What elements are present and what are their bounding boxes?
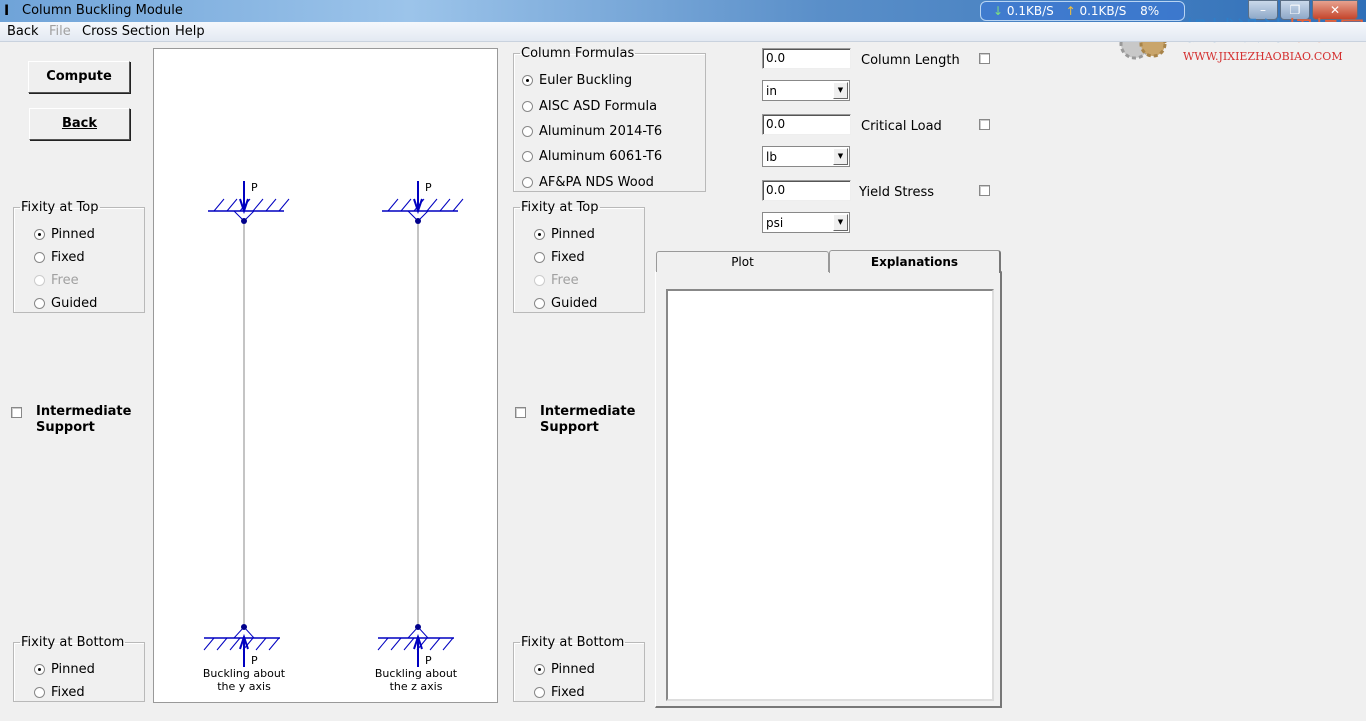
hatch-mark [400, 198, 412, 212]
pin-joint [241, 218, 247, 224]
menu-help[interactable]: Help [175, 24, 205, 39]
download-speed: 0.1KB/S [1006, 4, 1054, 18]
load-label-top-1: P [251, 181, 258, 194]
menu-back[interactable]: Back [7, 24, 39, 39]
chevron-down-icon: ▼ [833, 148, 848, 165]
radio-bottom-pinned[interactable]: Pinned [534, 662, 595, 677]
hatch-mark [377, 637, 389, 651]
radio-top-fixed[interactable]: Fixed [534, 250, 585, 265]
column-formulas-group: Column Formulas Euler Buckling AISC ASD … [513, 46, 706, 192]
tab-plot[interactable]: Plot [656, 251, 829, 272]
fixity-top-group-middle: Fixity at Top Pinned Fixed Free Guided [513, 200, 645, 313]
chevron-down-icon: ▼ [833, 214, 848, 231]
yield-stress-label: Yield Stress [859, 185, 935, 200]
radio-top-guided[interactable]: Guided [534, 296, 597, 311]
hatch-mark [442, 637, 454, 651]
load-label-bottom-2: P [425, 654, 432, 667]
menu-file[interactable]: File [49, 24, 71, 39]
hatch-mark [226, 198, 238, 212]
radio-top-free: Free [34, 273, 79, 288]
column-length-checkbox[interactable] [979, 53, 990, 64]
caption-y-axis: Buckling about the y axis [202, 667, 286, 693]
stress-unit-select[interactable]: psi ▼ [762, 212, 850, 233]
radio-bottom-fixed[interactable]: Fixed [534, 685, 585, 700]
intermediate-support-label: Intermediate Support [540, 404, 636, 435]
hatch-mark [426, 198, 438, 212]
back-button[interactable]: Back [29, 108, 130, 140]
menu-cross-section[interactable]: Cross Section [82, 24, 170, 39]
download-arrow-icon: ↓ [993, 4, 1004, 18]
group-legend: Fixity at Bottom [521, 635, 625, 650]
critical-load-checkbox[interactable] [979, 119, 990, 130]
radio-top-pinned[interactable]: Pinned [534, 227, 595, 242]
length-unit-select[interactable]: in ▼ [762, 80, 850, 101]
app-column-icon: I [4, 3, 10, 19]
column-diagrams [203, 181, 464, 667]
hatch-mark [439, 198, 451, 212]
menu-bar [0, 22, 1366, 42]
hatch-mark [229, 637, 241, 651]
hatch-mark [252, 198, 264, 212]
caption-z-axis: Buckling about the z axis [374, 667, 458, 693]
hatch-mark [268, 637, 280, 651]
intermediate-support-checkbox-middle[interactable] [515, 407, 526, 418]
radio-top-fixed[interactable]: Fixed [34, 250, 85, 265]
explanations-textbox[interactable] [666, 289, 994, 701]
window-title: Column Buckling Module [22, 3, 183, 18]
hatch-mark [429, 637, 441, 651]
critical-load-input[interactable]: 0.0 [762, 114, 851, 135]
yield-stress-input[interactable]: 0.0 [762, 180, 851, 201]
column-diagram-canvas: P P P P Buckling about the y axis Bucklin… [153, 48, 498, 703]
critical-load-label: Critical Load [861, 119, 942, 134]
hatch-mark [213, 198, 225, 212]
column-length-label: Column Length [861, 53, 960, 68]
radio-bottom-fixed[interactable]: Fixed [34, 685, 85, 700]
radio-top-pinned[interactable]: Pinned [34, 227, 95, 242]
pin-joint [415, 218, 421, 224]
radio-aisc[interactable]: AISC ASD Formula [522, 99, 657, 114]
svg-text:WWW.JIXIEZHAOBIAO.COM: WWW.JIXIEZHAOBIAO.COM [1183, 50, 1343, 63]
fixity-top-group-left: Fixity at Top Pinned Fixed Free Guided [13, 200, 145, 313]
radio-euler[interactable]: Euler Buckling [522, 73, 632, 88]
group-legend: Fixity at Top [521, 200, 599, 215]
chevron-down-icon: ▼ [833, 82, 848, 99]
radio-al6061[interactable]: Aluminum 6061-T6 [522, 149, 662, 164]
yield-stress-checkbox[interactable] [979, 185, 990, 196]
load-label-bottom-1: P [251, 654, 258, 667]
radio-wood[interactable]: AF&PA NDS Wood [522, 175, 654, 190]
fixity-bottom-group-left: Fixity at Bottom Pinned Fixed [13, 635, 145, 702]
column-y-axis [203, 181, 290, 667]
group-legend: Column Formulas [521, 46, 635, 61]
radio-al2014[interactable]: Aluminum 2014-T6 [522, 124, 662, 139]
hatch-mark [216, 637, 228, 651]
column-z-axis [377, 181, 464, 667]
intermediate-support-checkbox-left[interactable] [11, 407, 22, 418]
hatch-mark [255, 637, 267, 651]
column-length-input[interactable]: 0.0 [762, 48, 851, 69]
hatch-mark [278, 198, 290, 212]
hatch-mark [452, 198, 464, 212]
load-unit-select[interactable]: lb ▼ [762, 146, 850, 167]
radio-top-free: Free [534, 273, 579, 288]
upload-arrow-icon: ↑ [1065, 4, 1076, 18]
group-legend: Fixity at Bottom [21, 635, 125, 650]
tab-explanations[interactable]: Explanations [829, 250, 1001, 273]
hatch-mark [390, 637, 402, 651]
intermediate-support-label: Intermediate Support [36, 404, 132, 435]
pin-joint [241, 624, 247, 630]
hatch-mark [387, 198, 399, 212]
pin-joint [415, 624, 421, 630]
hatch-mark [403, 637, 415, 651]
compute-button[interactable]: Compute [28, 61, 130, 93]
fixity-bottom-group-middle: Fixity at Bottom Pinned Fixed [513, 635, 645, 702]
hatch-mark [265, 198, 277, 212]
load-label-top-2: P [425, 181, 432, 194]
group-legend: Fixity at Top [21, 200, 99, 215]
radio-bottom-pinned[interactable]: Pinned [34, 662, 95, 677]
radio-top-guided[interactable]: Guided [34, 296, 97, 311]
hatch-mark [203, 637, 215, 651]
